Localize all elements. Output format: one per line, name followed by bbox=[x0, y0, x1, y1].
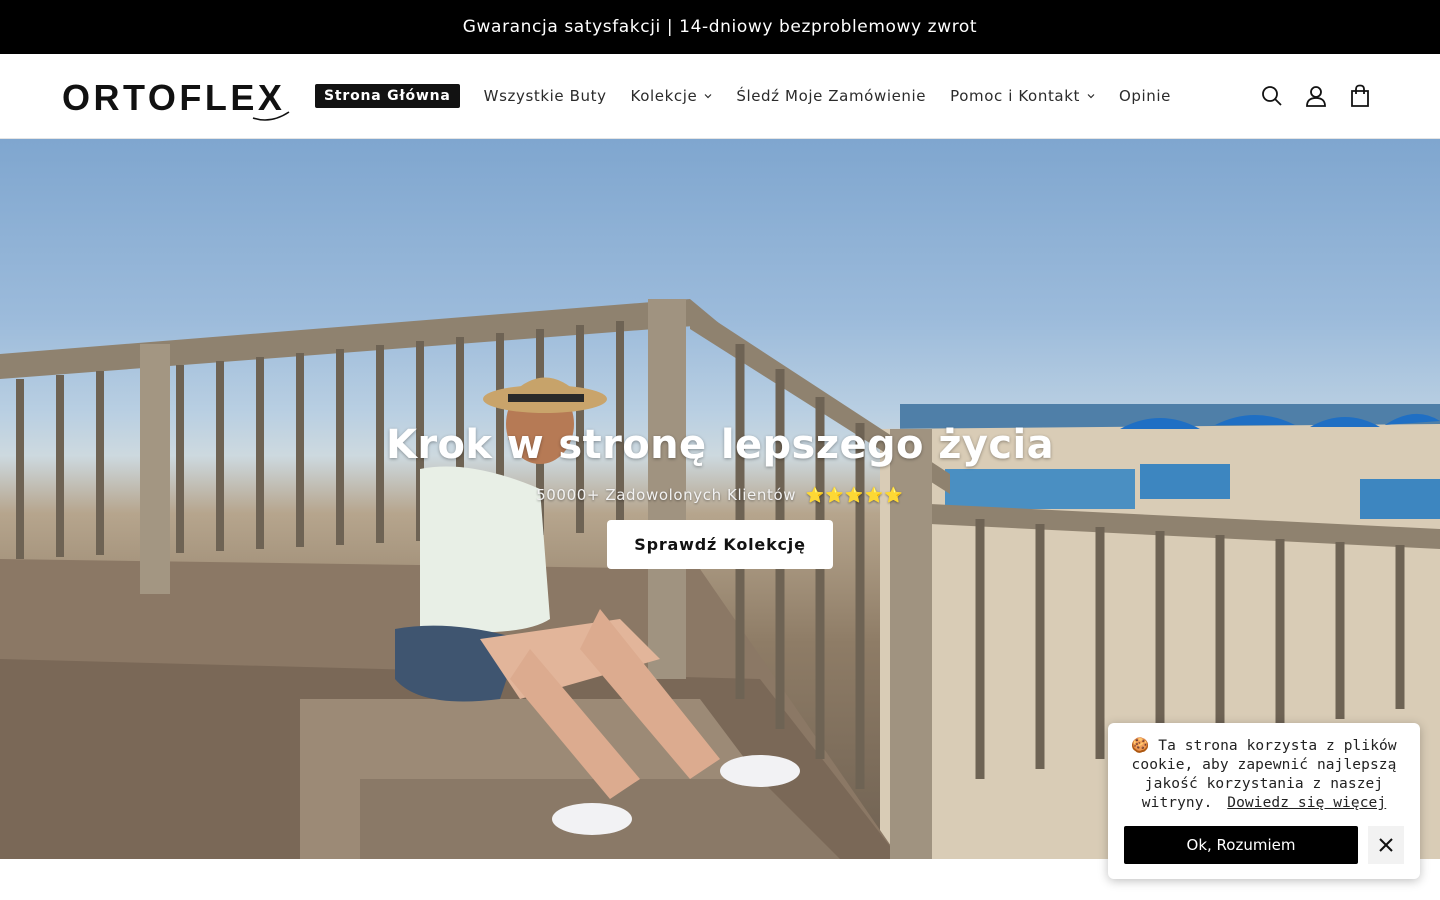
cookie-icon: 🍪 bbox=[1131, 738, 1150, 754]
cookie-message: 🍪 Ta strona korzysta z plików cookie, ab… bbox=[1124, 737, 1404, 813]
learn-more-link[interactable]: Dowiedz się więcej bbox=[1227, 795, 1386, 811]
nav-item-collections[interactable]: Kolekcje bbox=[631, 87, 713, 105]
nav-item-label: Strona Główna bbox=[324, 88, 451, 104]
announcement-bar: Gwarancja satysfakcji | 14-dniowy bezpro… bbox=[0, 0, 1440, 54]
chevron-down-icon bbox=[1087, 94, 1095, 99]
accept-cookies-button[interactable]: Ok, Rozumiem bbox=[1124, 826, 1358, 864]
announcement-text: Gwarancja satysfakcji | 14-dniowy bezpro… bbox=[462, 17, 978, 37]
nav-item-label: Pomoc i Kontakt bbox=[950, 87, 1080, 105]
site-header: ORTOFLEX Strona Główna Wszystkie Buty Ko… bbox=[0, 54, 1440, 139]
hero-content: Krok w stronę lepszego życia 50000+ Zado… bbox=[0, 422, 1440, 569]
account-icon[interactable] bbox=[1302, 82, 1330, 110]
nav-item-label: Śledź Moje Zamówienie bbox=[736, 87, 927, 105]
close-icon[interactable] bbox=[1368, 826, 1404, 864]
search-icon[interactable] bbox=[1258, 82, 1286, 110]
chevron-down-icon bbox=[704, 94, 712, 99]
nav-item-home[interactable]: Strona Główna bbox=[315, 84, 460, 108]
cookie-actions: Ok, Rozumiem bbox=[1124, 826, 1404, 864]
nav-item-all-shoes[interactable]: Wszystkie Buty bbox=[484, 87, 607, 105]
header-icons bbox=[1242, 82, 1374, 110]
nav-item-reviews[interactable]: Opinie bbox=[1119, 87, 1171, 105]
nav-item-label: Kolekcje bbox=[630, 87, 698, 105]
cookie-banner: 🍪 Ta strona korzysta z plików cookie, ab… bbox=[1108, 723, 1420, 879]
cart-icon[interactable] bbox=[1346, 82, 1374, 110]
hero-title: Krok w stronę lepszego życia bbox=[386, 422, 1054, 468]
logo-swoosh-icon bbox=[253, 111, 290, 121]
main-nav: Strona Główna Wszystkie Buty Kolekcje Śl… bbox=[315, 82, 1195, 110]
nav-item-track-order[interactable]: Śledź Moje Zamówienie bbox=[736, 87, 926, 105]
nav-item-label: Opinie bbox=[1118, 87, 1171, 105]
logo[interactable]: ORTOFLEX bbox=[62, 77, 290, 121]
nav-item-label: Wszystkie Buty bbox=[483, 87, 607, 105]
rating-stars: ⭐⭐⭐⭐⭐ bbox=[805, 486, 904, 504]
nav-item-help-contact[interactable]: Pomoc i Kontakt bbox=[950, 87, 1095, 105]
hero-subtitle-text: 50000+ Zadowolonych Klientów bbox=[536, 486, 797, 504]
hero-subtitle: 50000+ Zadowolonych Klientów ⭐⭐⭐⭐⭐ bbox=[536, 486, 904, 504]
shop-collection-button[interactable]: Sprawdź Kolekcję bbox=[607, 520, 833, 569]
